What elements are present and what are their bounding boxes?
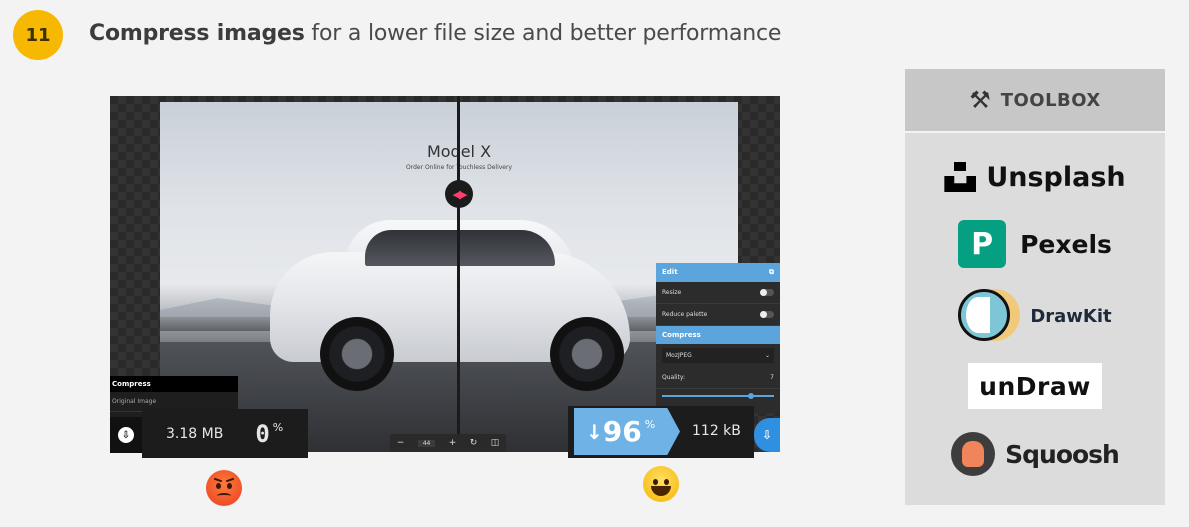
zoom-in-button[interactable]: + <box>449 438 457 448</box>
undraw-label: unDraw <box>968 363 1102 409</box>
download-icon: ⇩ <box>761 428 773 442</box>
left-panel-header: Compress <box>110 376 238 392</box>
smiling-face-icon <box>643 466 679 502</box>
compressed-size: 112 kB <box>692 423 741 439</box>
background-toggle-icon[interactable]: ◫ <box>491 438 500 448</box>
compressed-stats: ↓ 96 % 112 kB <box>568 406 754 458</box>
right-options-panel: Edit ⧉ Resize Reduce palette Compress Moz… <box>656 263 780 413</box>
pexels-logo-icon: P <box>958 220 1007 268</box>
car-window <box>365 230 555 266</box>
original-size: 3.18 MB <box>166 425 224 442</box>
compress-header: Compress <box>656 326 780 344</box>
original-percent: 0 <box>255 419 270 448</box>
resize-toggle[interactable] <box>760 289 774 296</box>
car-wheel-front <box>320 317 394 391</box>
rotate-icon[interactable]: ↻ <box>470 438 478 448</box>
quality-slider[interactable] <box>662 393 774 399</box>
unsplash-label: Unsplash <box>986 161 1126 193</box>
percent-symbol: % <box>644 418 656 431</box>
drawkit-label: DrawKit <box>1030 305 1112 327</box>
zoom-value[interactable]: 44 <box>417 439 436 447</box>
copy-settings-icon[interactable]: ⧉ <box>769 268 774 277</box>
pexels-label: Pexels <box>1020 229 1112 259</box>
reduce-palette-toggle[interactable] <box>760 311 774 318</box>
toolbox-header: ⚒ TOOLBOX <box>905 69 1165 133</box>
title-rest: for a lower file size and better perform… <box>304 21 782 46</box>
edit-header: Edit ⧉ <box>656 263 780 282</box>
unsplash-link[interactable]: Unsplash <box>905 157 1165 197</box>
percent-symbol: % <box>272 421 284 434</box>
toolbox-title: TOOLBOX <box>1000 89 1101 111</box>
pexels-link[interactable]: P Pexels <box>905 219 1165 269</box>
undraw-link[interactable]: unDraw <box>905 363 1165 409</box>
drawkit-logo-icon <box>958 289 1021 343</box>
zoom-out-button[interactable]: − <box>397 438 405 448</box>
reduce-palette-row: Reduce palette <box>656 304 780 326</box>
reduction-badge: ↓ 96 % <box>574 408 680 455</box>
squoosh-label: Squoosh <box>1005 439 1120 469</box>
step-badge: 11 <box>13 10 63 60</box>
download-left-button[interactable]: ⇩ <box>110 417 142 453</box>
toolbox-panel: ⚒ TOOLBOX Unsplash P Pexels DrawKit unDr… <box>905 69 1165 505</box>
drawkit-link[interactable]: DrawKit <box>905 289 1165 343</box>
squoosh-link[interactable]: Squoosh <box>905 431 1165 477</box>
chevron-down-icon: ⌄ <box>764 352 770 359</box>
download-right-button[interactable]: ⇩ <box>754 418 780 452</box>
tools-icon: ⚒ <box>969 86 991 114</box>
down-arrow-icon: ↓ <box>586 419 603 444</box>
angry-face-icon <box>206 470 242 506</box>
resize-row: Resize <box>656 282 780 304</box>
quality-row: Quality: 7 <box>656 367 780 389</box>
original-stats: 3.18 MB 0 % <box>142 409 308 458</box>
unsplash-logo-icon <box>944 162 976 192</box>
preview-image: Model X Order Online for Touchless Deliv… <box>160 102 738 452</box>
car-wheel-rear <box>550 317 624 391</box>
squoosh-editor: Model X Order Online for Touchless Deliv… <box>110 96 780 452</box>
squoosh-logo-icon <box>951 432 996 476</box>
page-title: Compress images for a lower file size an… <box>89 21 781 46</box>
reduction-percent: 96 <box>602 415 642 448</box>
download-icon: ⇩ <box>118 427 134 443</box>
compare-handle[interactable]: ◀▶ <box>445 180 473 208</box>
codec-select[interactable]: MozJPEG ⌄ <box>662 348 774 363</box>
zoom-controls: − 44 + ↻ ◫ <box>390 434 506 452</box>
title-bold: Compress images <box>89 21 305 46</box>
compare-divider[interactable] <box>457 96 460 452</box>
